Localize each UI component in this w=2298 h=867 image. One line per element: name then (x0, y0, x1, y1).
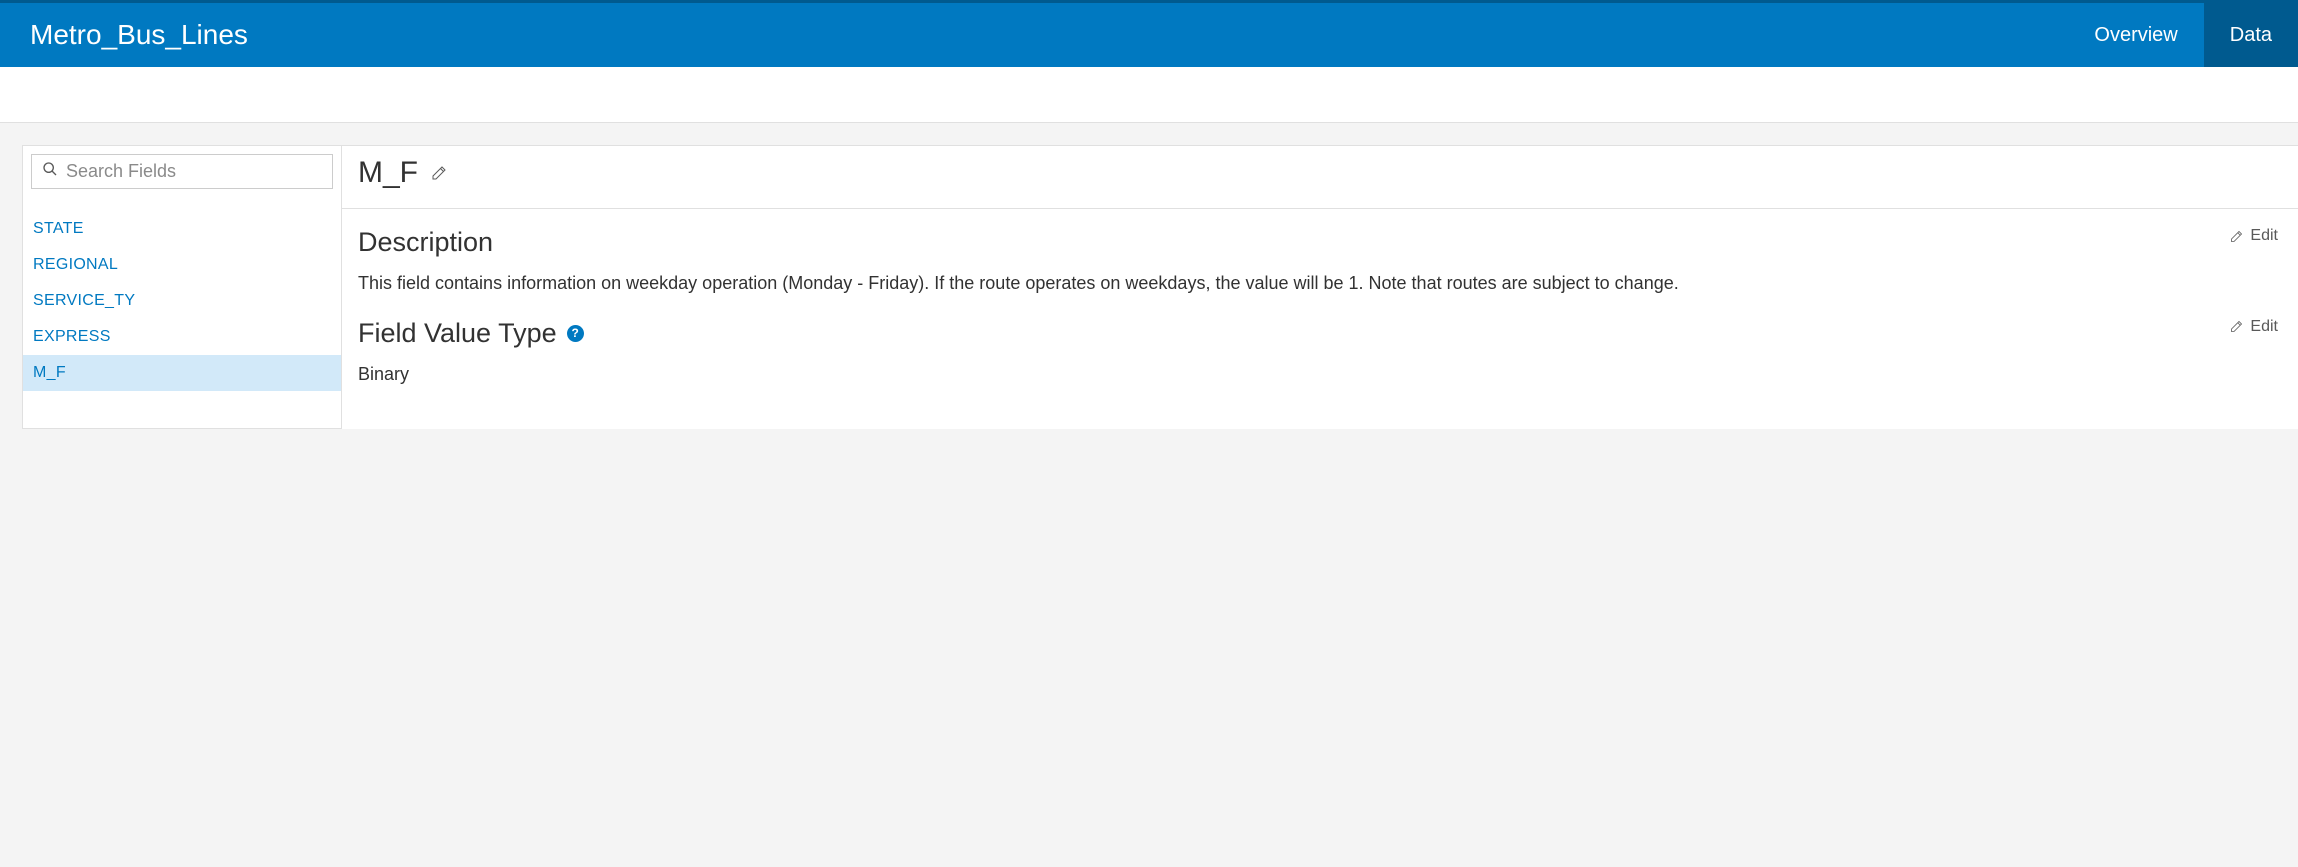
field-title-row: M_F (342, 146, 2298, 208)
search-input[interactable] (66, 161, 322, 182)
edit-field-value-type-button[interactable]: Edit (2229, 318, 2278, 336)
edit-label: Edit (2250, 318, 2278, 336)
pencil-icon (2229, 229, 2244, 244)
description-title-wrap: Description (358, 227, 493, 258)
sidebar-item-service-ty[interactable]: SERVICE_TY (23, 283, 341, 319)
pencil-icon (2229, 319, 2244, 334)
edit-description-button[interactable]: Edit (2229, 227, 2278, 245)
body-area: STATE REGIONAL SERVICE_TY EXPRESS M_F M_… (0, 123, 2298, 429)
field-value-type-title: Field Value Type (358, 318, 557, 349)
page-title: Metro_Bus_Lines (0, 3, 2068, 67)
search-icon (42, 161, 58, 182)
detail-body: Description Edit This field contains inf… (342, 208, 2298, 429)
sidebar-item-m-f[interactable]: M_F (23, 355, 341, 391)
field-value-type-body: Binary (358, 361, 2278, 389)
field-list: STATE REGIONAL SERVICE_TY EXPRESS M_F (23, 197, 341, 391)
description-title: Description (358, 227, 493, 258)
description-header-row: Description Edit (358, 227, 2278, 258)
sidebar-item-regional[interactable]: REGIONAL (23, 247, 341, 283)
description-body: This field contains information on weekd… (358, 270, 2278, 298)
search-box[interactable] (31, 154, 333, 189)
tab-data[interactable]: Data (2204, 3, 2298, 67)
header-tabs: Overview Data (2068, 3, 2298, 67)
fields-sidebar: STATE REGIONAL SERVICE_TY EXPRESS M_F (22, 145, 342, 429)
app-header: Metro_Bus_Lines Overview Data (0, 0, 2298, 67)
subheader-bar (0, 67, 2298, 123)
sidebar-item-express[interactable]: EXPRESS (23, 319, 341, 355)
search-wrapper (23, 146, 341, 197)
field-detail-panel: M_F Description Edit This field contains… (342, 145, 2298, 429)
edit-field-name-button[interactable] (430, 164, 448, 182)
description-section: Description Edit This field contains inf… (358, 227, 2278, 298)
field-name-heading: M_F (358, 156, 418, 190)
tab-overview[interactable]: Overview (2068, 3, 2203, 67)
edit-label: Edit (2250, 227, 2278, 245)
field-value-type-section: Field Value Type ? Edit Binary (358, 318, 2278, 389)
field-value-type-header-row: Field Value Type ? Edit (358, 318, 2278, 349)
field-value-type-title-wrap: Field Value Type ? (358, 318, 584, 349)
sidebar-item-state[interactable]: STATE (23, 211, 341, 247)
help-icon[interactable]: ? (567, 325, 584, 342)
